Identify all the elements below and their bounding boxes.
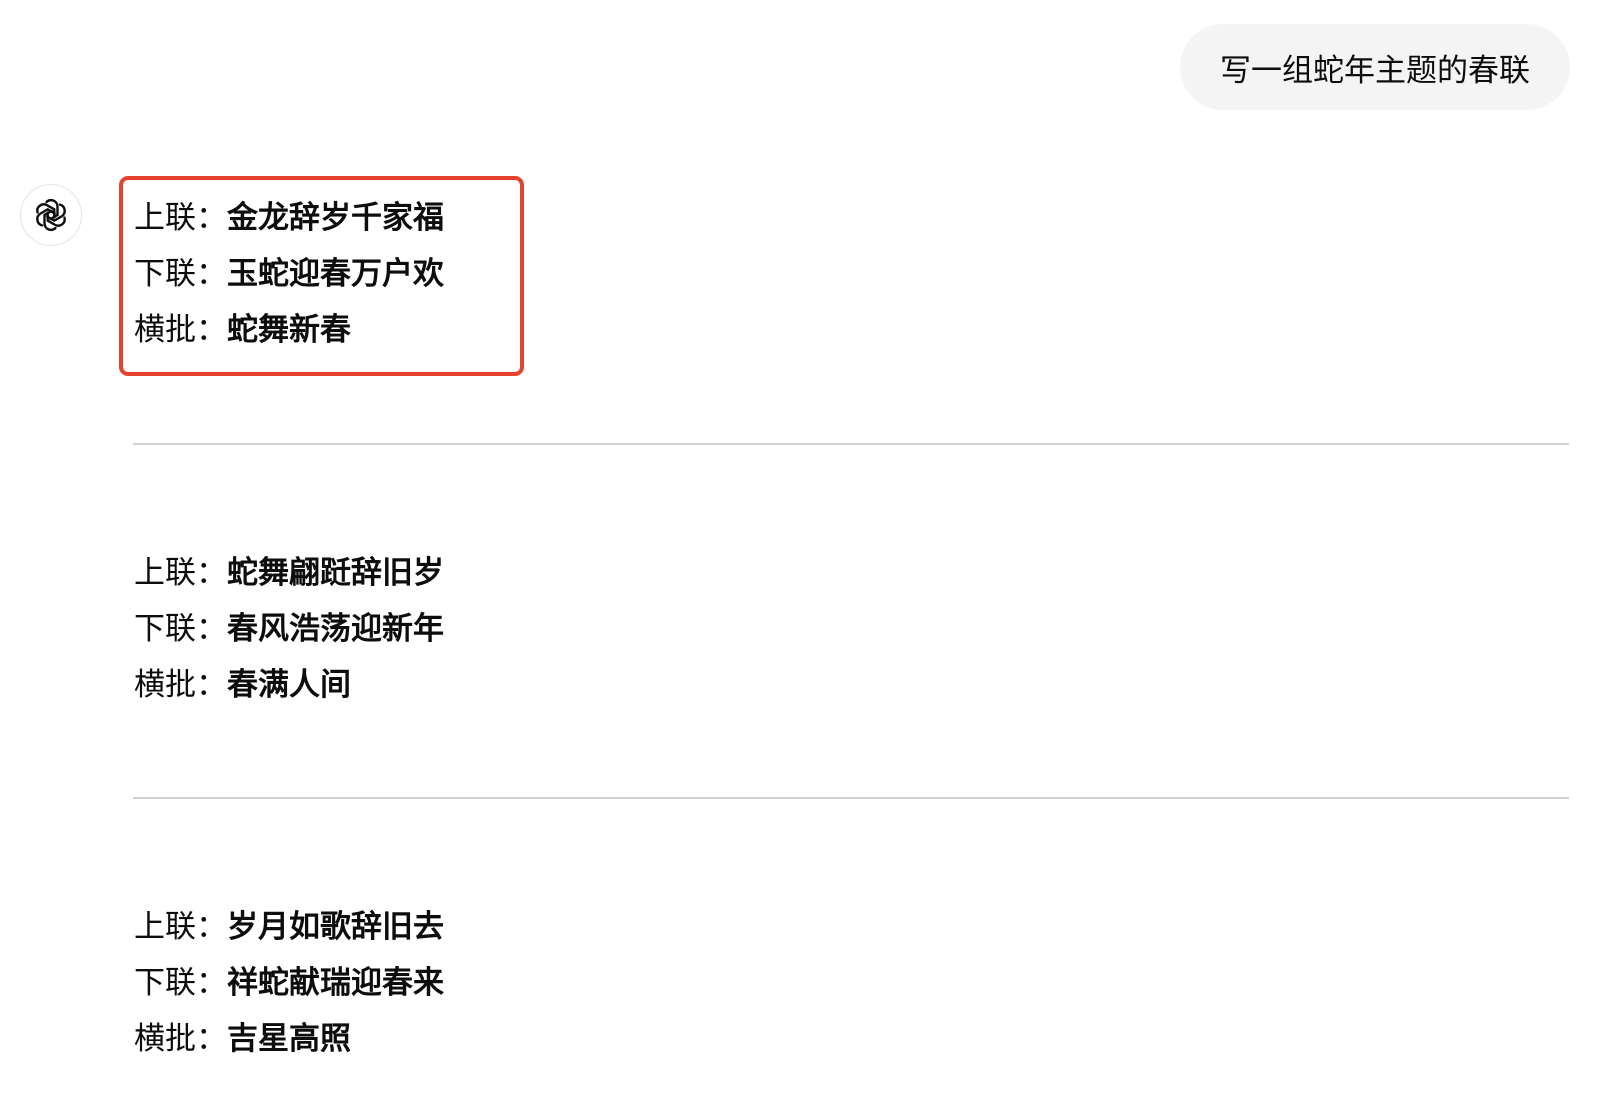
highlight-box — [119, 176, 524, 376]
upper-label: 上联： — [134, 908, 227, 945]
lower-label: 下联： — [134, 610, 227, 647]
assistant-avatar — [20, 184, 82, 246]
lower-text: 春风浩荡迎新年 — [227, 610, 444, 647]
banner-line: 横批： 吉星高照 — [134, 1007, 444, 1063]
banner-label: 横批： — [134, 666, 227, 703]
lower-line: 下联： 春风浩荡迎新年 — [134, 597, 444, 653]
couplet-3: 上联： 岁月如歌辞旧去 下联： 祥蛇献瑞迎春来 横批： 吉星高照 — [134, 895, 444, 1063]
upper-line: 上联： 蛇舞翩跹辞旧岁 — [134, 541, 444, 597]
lower-text: 祥蛇献瑞迎春来 — [227, 964, 444, 1001]
user-message-bubble: 写一组蛇年主题的春联 — [1180, 24, 1570, 110]
openai-logo-icon — [36, 199, 66, 231]
divider — [133, 797, 1569, 799]
upper-text: 蛇舞翩跹辞旧岁 — [227, 554, 444, 591]
banner-text: 吉星高照 — [227, 1020, 351, 1057]
divider — [133, 443, 1569, 445]
banner-label: 横批： — [134, 1020, 227, 1057]
banner-line: 横批： 春满人间 — [134, 653, 444, 709]
user-message-text: 写一组蛇年主题的春联 — [1220, 52, 1530, 89]
couplet-2: 上联： 蛇舞翩跹辞旧岁 下联： 春风浩荡迎新年 横批： 春满人间 — [134, 541, 444, 709]
upper-text: 岁月如歌辞旧去 — [227, 908, 444, 945]
lower-line: 下联： 祥蛇献瑞迎春来 — [134, 951, 444, 1007]
upper-line: 上联： 岁月如歌辞旧去 — [134, 895, 444, 951]
upper-label: 上联： — [134, 554, 227, 591]
banner-text: 春满人间 — [227, 666, 351, 703]
lower-label: 下联： — [134, 964, 227, 1001]
